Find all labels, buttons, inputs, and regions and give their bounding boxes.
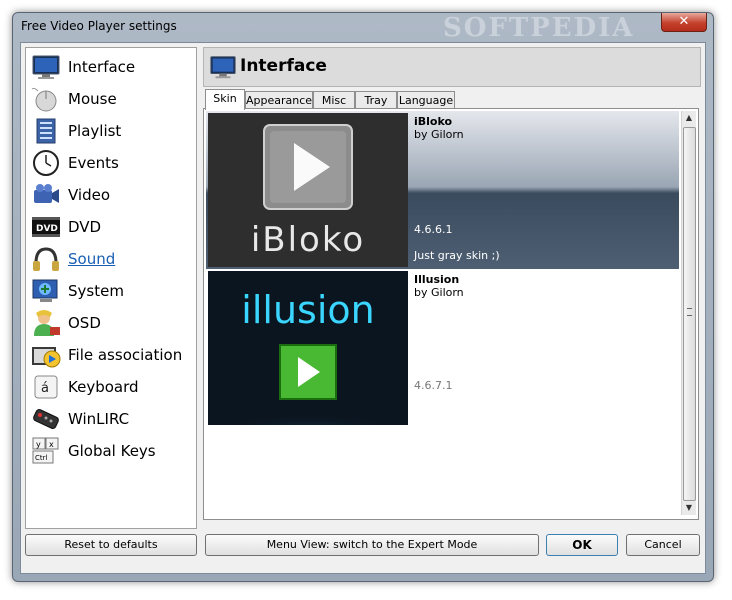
panel-title: Interface (240, 56, 327, 76)
sidebar-item-label: Mouse (68, 90, 117, 108)
skin-thumbnail: illusion (206, 271, 418, 461)
sidebar-item-label: Global Keys (68, 442, 156, 460)
title-bar[interactable]: Free Video Player settings SOFTPEDIA ✕ (13, 13, 713, 43)
camera-icon (30, 181, 62, 209)
sidebar-item-video[interactable]: Video (30, 180, 194, 210)
svg-text:DVD: DVD (36, 224, 58, 234)
sidebar-item-label: OSD (68, 314, 101, 332)
tab-strip: Skin Appearance Misc Tray Language (203, 89, 699, 110)
skin-list[interactable]: iBloko iBloko by Gilorn 4.6.6.1 Just gra… (206, 111, 679, 515)
reset-defaults-button[interactable]: Reset to defaults (25, 534, 197, 556)
sidebar-item-label: System (68, 282, 124, 300)
skin-name: iBloko (414, 115, 453, 128)
sidebar-item-sound[interactable]: Sound (30, 244, 194, 274)
scrollbar-thumb[interactable] (683, 127, 696, 501)
close-icon: ✕ (678, 14, 690, 29)
skin-thumbnail: iBloko (208, 113, 408, 267)
dvd-icon: DVD (30, 213, 62, 241)
keyboard-glyph: á (41, 381, 49, 396)
sidebar-item-global-keys[interactable]: y x Ctrl Global Keys (30, 436, 194, 466)
sidebar-item-label: File association (68, 346, 183, 364)
skin-version: 4.6.7.1 (414, 379, 453, 392)
settings-panel: Interface Skin Appearance Misc Tray Lang… (203, 47, 701, 531)
remote-icon (30, 405, 62, 433)
tab-tray[interactable]: Tray (355, 91, 397, 109)
osd-icon (30, 309, 62, 337)
headphones-icon (30, 245, 62, 273)
key-x-label: x (49, 440, 54, 449)
sidebar-item-label: DVD (68, 218, 102, 236)
tab-appearance[interactable]: Appearance (245, 91, 313, 109)
key-y-label: y (36, 440, 41, 449)
global-keys-icon: y x Ctrl (30, 437, 62, 465)
list-item[interactable]: illusion Illusion by Gilorn 4.6.7.1 (206, 269, 679, 461)
grip-icon (687, 308, 692, 316)
sidebar-item-winlirc[interactable]: WinLIRC (30, 404, 194, 434)
scroll-down-arrow[interactable]: ▼ (682, 501, 696, 515)
skin-tab-page: iBloko iBloko by Gilorn 4.6.6.1 Just gra… (203, 108, 699, 520)
sidebar-item-osd[interactable]: OSD (30, 308, 194, 338)
sidebar-item-dvd[interactable]: DVD DVD (30, 212, 194, 242)
sidebar-item-events[interactable]: Events (30, 148, 194, 178)
keyboard-icon: á (30, 373, 62, 401)
sidebar-item-label: Playlist (68, 122, 122, 140)
skin-author: by Gilorn (414, 286, 464, 299)
close-button[interactable]: ✕ (661, 13, 707, 32)
cancel-button[interactable]: Cancel (626, 534, 700, 556)
sidebar-item-playlist[interactable]: Playlist (30, 116, 194, 146)
tab-language[interactable]: Language (397, 91, 455, 109)
skin-author: by Gilorn (414, 128, 464, 141)
clock-icon (30, 149, 62, 177)
skin-name: Illusion (414, 273, 460, 286)
client-area: Interface Mouse Playlist Events Video DV… (20, 42, 706, 574)
sidebar-item-system[interactable]: System (30, 276, 194, 306)
file-association-icon (30, 341, 62, 369)
monitor-icon (208, 52, 238, 86)
sidebar-item-mouse[interactable]: Mouse (30, 84, 194, 114)
sidebar-item-label: Events (68, 154, 119, 172)
window-title: Free Video Player settings (21, 19, 177, 33)
tab-skin[interactable]: Skin (205, 89, 245, 110)
ibloko-logo-text: iBloko (251, 220, 365, 260)
sidebar-item-label: WinLIRC (68, 410, 130, 428)
vertical-scrollbar[interactable]: ▲ ▼ (681, 111, 696, 515)
sidebar-item-label: Interface (68, 58, 136, 76)
settings-window: Free Video Player settings SOFTPEDIA ✕ I… (12, 12, 714, 582)
tab-misc[interactable]: Misc (313, 91, 355, 109)
watermark: SOFTPEDIA (443, 13, 635, 43)
list-item[interactable]: iBloko iBloko by Gilorn 4.6.6.1 Just gra… (206, 111, 679, 269)
sidebar-item-keyboard[interactable]: á Keyboard (30, 372, 194, 402)
sidebar-item-file-association[interactable]: File association (30, 340, 194, 370)
sidebar-item-label: Keyboard (68, 378, 139, 396)
monitor-icon (30, 53, 62, 81)
playlist-icon (30, 117, 62, 145)
menu-view-button[interactable]: Menu View: switch to the Expert Mode (205, 534, 539, 556)
scroll-up-arrow[interactable]: ▲ (682, 111, 696, 125)
skin-description: Just gray skin ;) (414, 249, 500, 262)
illusion-logo-text: illusion (241, 288, 374, 332)
panel-header: Interface (203, 47, 701, 87)
ok-button[interactable]: OK (546, 534, 618, 556)
mouse-icon (30, 85, 62, 113)
sidebar-item-label: Video (68, 186, 111, 204)
sidebar: Interface Mouse Playlist Events Video DV… (25, 47, 197, 529)
skin-version: 4.6.6.1 (414, 223, 453, 236)
system-icon (30, 277, 62, 305)
key-ctrl-label: Ctrl (35, 454, 48, 462)
sidebar-item-label: Sound (68, 250, 116, 268)
sidebar-item-interface[interactable]: Interface (30, 52, 194, 82)
